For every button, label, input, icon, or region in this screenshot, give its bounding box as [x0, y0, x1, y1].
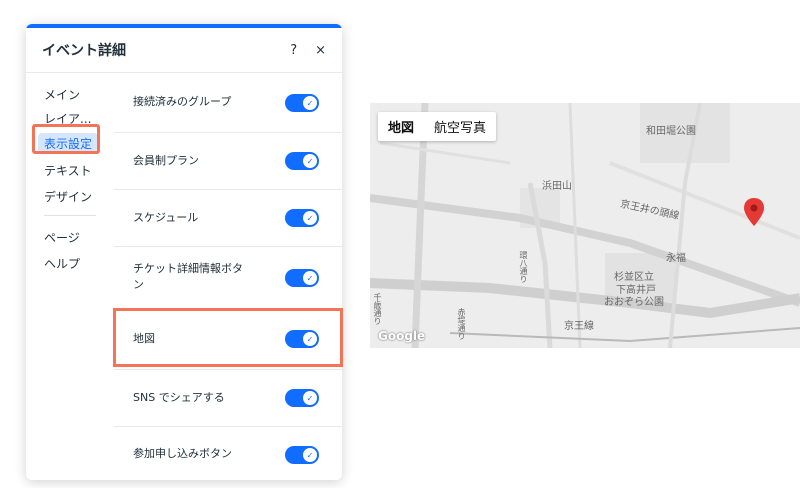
map-pin-icon[interactable] — [743, 197, 765, 227]
setting-row-ticket-details-button: チケット詳細情報ボタン ✓ — [114, 247, 342, 311]
toggle-membership-plans[interactable]: ✓ — [285, 152, 319, 170]
close-button[interactable]: × — [315, 43, 326, 58]
map-tab-map[interactable]: 地図 — [378, 112, 424, 141]
map-row-highlight-box — [113, 308, 343, 367]
google-attribution: Google — [378, 329, 426, 343]
setting-label: 接続済みのグループ — [133, 95, 232, 108]
nav-divider — [44, 215, 96, 216]
map-label-osora-park: おおぞら公園 — [604, 297, 664, 308]
panel-title: イベント詳細 — [42, 43, 126, 59]
setting-row-registration-button: 参加申し込みボタン ✓ — [114, 427, 342, 480]
setting-label: 会員制プラン — [133, 154, 199, 167]
map-preview[interactable]: 地図 航空写真 和田堀公園 浜田山 京王井の頭線 永福 杉並区立 下高井戸 おお… — [370, 103, 800, 348]
setting-row-schedule: スケジュール ✓ — [114, 190, 342, 247]
map-tab-satellite[interactable]: 航空写真 — [424, 112, 496, 141]
check-icon: ✓ — [303, 154, 317, 168]
nav-item-page[interactable]: ページ — [44, 229, 80, 246]
toggle-sns-share[interactable]: ✓ — [285, 389, 319, 407]
map-label-chitose: 千歳通り — [373, 293, 382, 325]
setting-label: チケット詳細情報ボタン — [133, 262, 243, 291]
check-icon: ✓ — [303, 448, 317, 462]
setting-label: スケジュール — [133, 211, 199, 224]
check-icon: ✓ — [303, 391, 317, 405]
nav-item-design[interactable]: デザイン — [44, 188, 92, 205]
map-label-akatsutsumi: 赤堤通り — [457, 308, 466, 340]
toggle-schedule[interactable]: ✓ — [285, 209, 319, 227]
toggle-registration-button[interactable]: ✓ — [285, 446, 319, 464]
event-details-panel: イベント詳細 ? × メイン レイア... 表示設定 テキスト デザイン ページ… — [26, 24, 342, 480]
toggle-ticket-details-button[interactable]: ✓ — [285, 269, 319, 287]
help-button[interactable]: ? — [290, 43, 297, 58]
map-label-eifuku: 永福 — [666, 253, 686, 264]
map-label-kanpachi: 環八通り — [519, 251, 528, 283]
map-label-wadabori: 和田堀公園 — [646, 126, 696, 137]
setting-label: 参加申し込みボタン — [133, 447, 232, 460]
nav-item-main[interactable]: メイン — [44, 86, 80, 103]
check-icon: ✓ — [303, 96, 317, 110]
check-icon: ✓ — [303, 271, 317, 285]
map-type-tabs: 地図 航空写真 — [378, 112, 497, 141]
map-label-keio-line: 京王線 — [564, 321, 594, 332]
setting-label: SNS でシェアする — [133, 391, 225, 404]
nav-highlight-box — [32, 124, 100, 154]
toggle-connected-groups[interactable]: ✓ — [285, 94, 319, 112]
setting-row-membership-plans: 会員制プラン ✓ — [114, 133, 342, 190]
setting-row-connected-groups: 接続済みのグループ ✓ — [114, 73, 342, 133]
panel-header: イベント詳細 ? × — [26, 28, 342, 73]
setting-row-sns-share: SNS でシェアする ✓ — [114, 370, 342, 427]
nav-item-help[interactable]: ヘルプ — [44, 255, 80, 272]
nav-item-text[interactable]: テキスト — [44, 162, 92, 179]
settings-list: 接続済みのグループ ✓ 会員制プラン ✓ スケジュール ✓ チケット詳細情報ボタ… — [114, 73, 342, 480]
check-icon: ✓ — [303, 211, 317, 225]
map-label-hamadayama: 浜田山 — [542, 181, 572, 192]
